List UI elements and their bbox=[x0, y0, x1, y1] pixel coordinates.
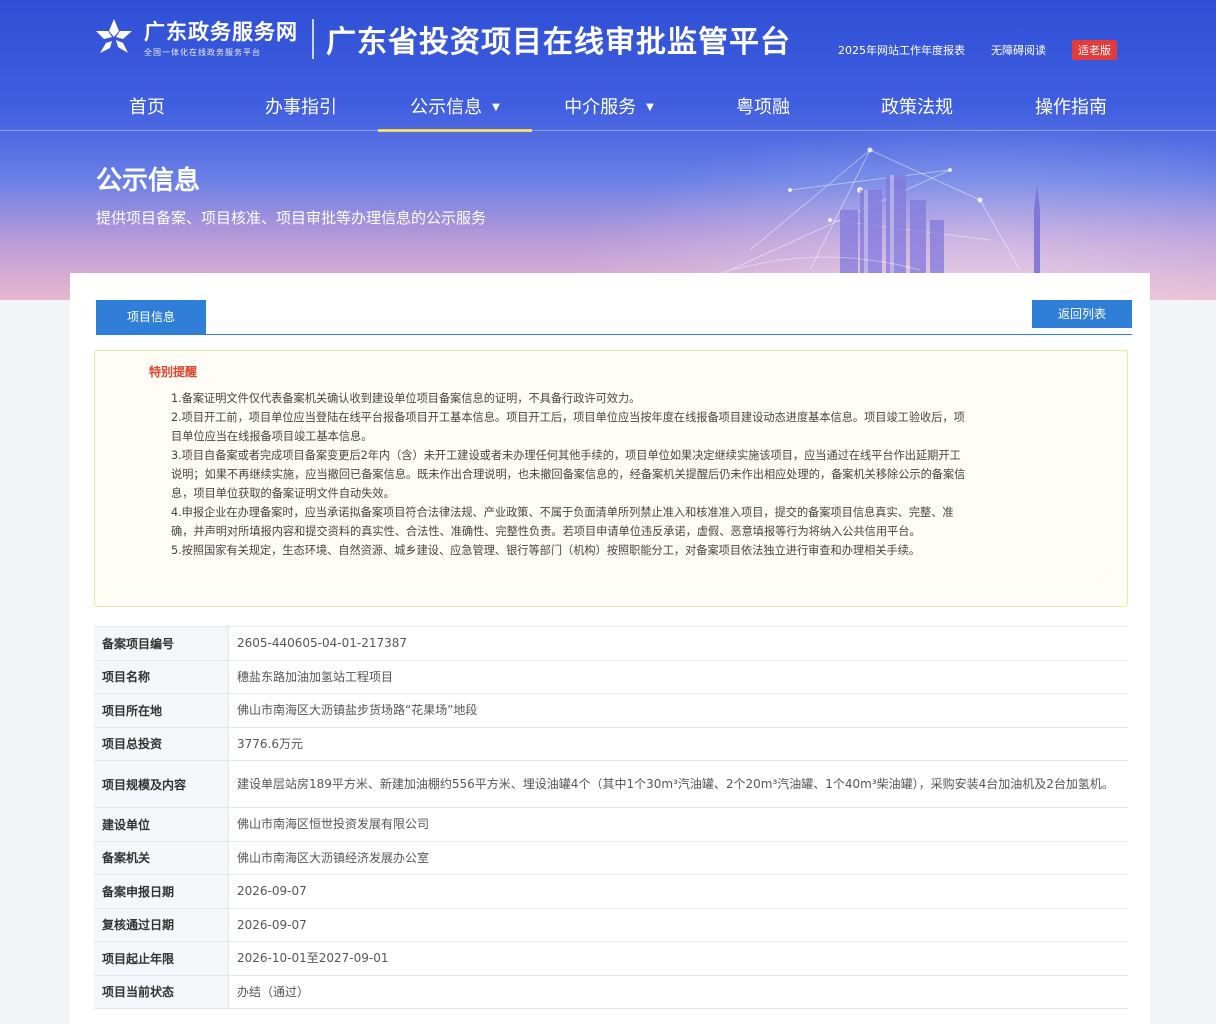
field-label: 项目起止年限 bbox=[94, 942, 229, 975]
field-value: 2026-09-07 bbox=[237, 917, 307, 932]
field-label: 备案申报日期 bbox=[94, 875, 229, 908]
notice-item: 3.项目自备案或者完成项目备案变更后2年内（含）未开工建设或者未办理任何其他手续… bbox=[171, 449, 966, 500]
table-row: 项目名称 穗盐东路加油加氢站工程项目 bbox=[94, 660, 1128, 694]
field-label: 复核通过日期 bbox=[94, 908, 229, 941]
nav-item-label: 政策法规 bbox=[881, 97, 953, 118]
accessibility-link[interactable]: 无障碍阅读 bbox=[991, 42, 1046, 58]
platform-title: 广东省投资项目在线审批监管平台 bbox=[326, 25, 791, 60]
nav-item-agency-service[interactable]: 中介服务 ▼ bbox=[532, 88, 686, 130]
nav-item-label: 办事指引 bbox=[265, 97, 337, 118]
notice-item: 2.项目开工前，项目单位应当登陆在线平台报备项目开工基本信息。项目开工后，项目单… bbox=[171, 411, 965, 443]
nav-item-yuexiangrong[interactable]: 粤项融 bbox=[686, 88, 840, 130]
notice-item: 1.备案证明文件仅代表备案机关确认收到建设单位项目备案信息的证明，不具备行政许可… bbox=[171, 392, 641, 405]
field-label: 备案项目编号 bbox=[94, 627, 229, 660]
nav-item-label: 中介服务 bbox=[564, 97, 637, 118]
nav-item-label: 粤项融 bbox=[736, 97, 790, 118]
field-value: 2026-09-07 bbox=[237, 884, 307, 899]
field-value: 2605-440605-04-01-217387 bbox=[237, 636, 408, 651]
field-label: 项目总投资 bbox=[94, 727, 229, 760]
gdzwfw-logo-icon bbox=[96, 19, 132, 53]
table-row: 备案机关 佛山市南海区大沥镇经济发展办公室 bbox=[94, 841, 1128, 875]
back-to-list-button[interactable]: 返回列表 bbox=[1032, 300, 1132, 328]
field-value: 佛山市南海区恒世投资发展有限公司 bbox=[237, 817, 430, 832]
table-row: 备案项目编号 2605-440605-04-01-217387 bbox=[94, 627, 1128, 661]
special-notice-box: 特别提醒 1.备案证明文件仅代表备案机关确认收到建设单位项目备案信息的证明，不具… bbox=[94, 350, 1128, 607]
field-label: 项目规模及内容 bbox=[94, 761, 229, 807]
table-row: 项目起止年限 2026-10-01至2027-09-01 bbox=[94, 942, 1128, 976]
field-value: 2026-10-01至2027-09-01 bbox=[237, 951, 389, 966]
field-value: 办结（通过） bbox=[237, 984, 310, 999]
table-row: 备案申报日期 2026-09-07 bbox=[94, 875, 1128, 909]
page-subtitle: 提供项目备案、项目核准、项目审批等办理信息的公示服务 bbox=[96, 209, 487, 227]
caret-down-icon: ▼ bbox=[492, 102, 500, 113]
table-row: 项目当前状态 办结（通过） bbox=[94, 975, 1128, 1009]
tab-project-info[interactable]: 项目信息 bbox=[96, 300, 206, 334]
nav-divider bbox=[0, 130, 1216, 131]
field-label: 备案机关 bbox=[94, 841, 229, 874]
nav-item-guide[interactable]: 办事指引 bbox=[224, 88, 378, 130]
site-slogan: 全国一体化在线政务服务平台 bbox=[144, 48, 261, 57]
field-value: 佛山市南海区大沥镇经济发展办公室 bbox=[237, 850, 430, 865]
notice-title: 特别提醒 bbox=[149, 365, 198, 379]
field-value: 3776.6万元 bbox=[237, 736, 303, 751]
field-value: 建设单层站房189平方米、新建加油棚约556平方米、埋设油罐4个（其中1个30m… bbox=[237, 777, 1114, 791]
field-label: 项目当前状态 bbox=[94, 975, 229, 1008]
project-info-table: 备案项目编号 2605-440605-04-01-217387 项目名称 穗盐东… bbox=[94, 626, 1128, 1009]
notice-list: 1.备案证明文件仅代表备案机关确认收到建设单位项目备案信息的证明，不具备行政许可… bbox=[171, 389, 971, 560]
table-row: 项目所在地 佛山市南海区大沥镇盐步货场路“花果场”地段 bbox=[94, 694, 1128, 728]
elder-mode-button[interactable]: 适老版 bbox=[1072, 40, 1117, 60]
notice-item: 5.按照国家有关规定，生态环境、自然资源、城乡建设、应急管理、银行等部门（机构）… bbox=[171, 544, 921, 557]
city-skyline-illustration bbox=[699, 147, 1040, 280]
field-label: 建设单位 bbox=[94, 808, 229, 841]
annual-report-link[interactable]: 2025年网站工作年度报表 bbox=[838, 42, 965, 58]
site-logo[interactable]: 广东政务服务网 全国一体化在线政务服务平台 广东省投资项目在线审批监管平台 bbox=[92, 14, 791, 64]
nav-item-label: 操作指南 bbox=[1035, 97, 1107, 118]
table-row: 项目总投资 3776.6万元 bbox=[94, 727, 1128, 761]
nav-item-manual[interactable]: 操作指南 bbox=[994, 88, 1148, 130]
page-title: 公示信息 bbox=[96, 166, 201, 196]
nav-item-policy[interactable]: 政策法规 bbox=[840, 88, 994, 130]
main-nav: 首页 办事指引 公示信息 ▼ 中介服务 ▼ 粤项融 政策法规 操作指南 bbox=[70, 88, 1150, 132]
logo-divider bbox=[312, 19, 314, 59]
field-value: 穗盐东路加油加氢站工程项目 bbox=[237, 669, 394, 684]
tab-underline bbox=[96, 334, 1132, 335]
header-banner: 广东政务服务网 全国一体化在线政务服务平台 广东省投资项目在线审批监管平台 20… bbox=[0, 0, 1216, 300]
table-row: 建设单位 佛山市南海区恒世投资发展有限公司 bbox=[94, 808, 1128, 842]
nav-item-label: 公示信息 bbox=[410, 97, 483, 118]
caret-down-icon: ▼ bbox=[646, 102, 654, 113]
field-label: 项目名称 bbox=[94, 660, 229, 693]
nav-item-home[interactable]: 首页 bbox=[70, 88, 224, 130]
table-row: 复核通过日期 2026-09-07 bbox=[94, 908, 1128, 942]
top-links: 2025年网站工作年度报表 无障碍阅读 适老版 bbox=[838, 40, 1117, 60]
site-name: 广东政务服务网 bbox=[144, 20, 298, 44]
notice-item: 4.申报企业在办理备案时，应当承诺拟备案项目符合法律法规、产业政策、不属于负面清… bbox=[171, 506, 954, 538]
nav-item-label: 首页 bbox=[129, 97, 165, 118]
table-row: 项目规模及内容 建设单层站房189平方米、新建加油棚约556平方米、埋设油罐4个… bbox=[94, 761, 1128, 808]
field-label: 项目所在地 bbox=[94, 694, 229, 727]
field-value: 佛山市南海区大沥镇盐步货场路“花果场”地段 bbox=[237, 703, 478, 718]
content-card: 项目信息 返回列表 特别提醒 1.备案证明文件仅代表备案机关确认收到建设单位项目… bbox=[70, 273, 1150, 1024]
nav-item-public-info[interactable]: 公示信息 ▼ bbox=[378, 88, 532, 132]
